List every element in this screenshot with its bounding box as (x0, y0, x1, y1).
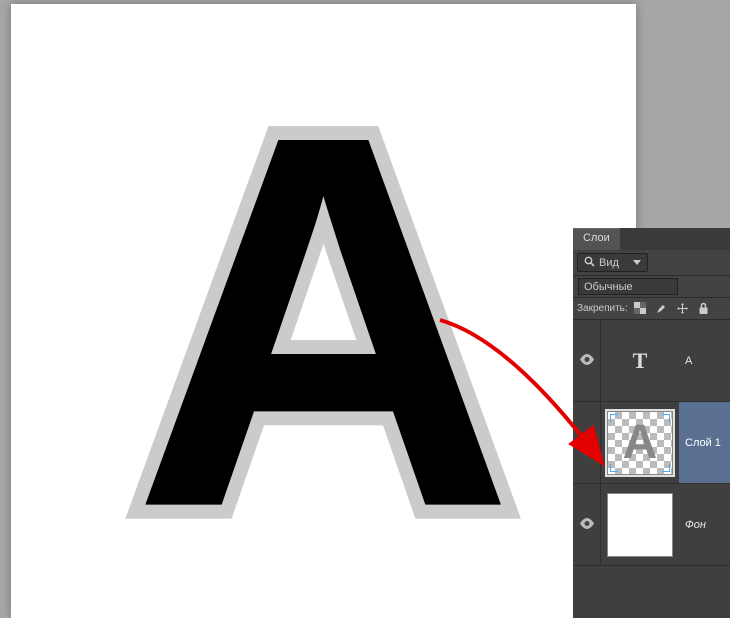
lock-brush-icon[interactable] (654, 301, 670, 317)
filter-type-dropdown[interactable]: Вид (577, 253, 648, 272)
layer-row[interactable]: T A (573, 320, 730, 402)
selection-corner-icon (610, 464, 618, 472)
lock-transparency-icon[interactable] (633, 301, 649, 317)
eye-icon (579, 517, 595, 532)
panel-tab-bar: Слои (573, 228, 730, 250)
layer-name[interactable]: A (679, 320, 730, 401)
filter-label: Вид (599, 257, 619, 269)
chevron-down-icon (633, 260, 641, 265)
layer-row[interactable]: A Слой 1 (573, 402, 730, 484)
selection-corner-icon (662, 464, 670, 472)
canvas-document[interactable]: A (11, 4, 636, 618)
blend-mode-dropdown[interactable]: Обычные (578, 278, 678, 295)
layers-panel: Слои Вид Обычные Закрепить: (573, 228, 730, 618)
layer-name[interactable]: Фон (679, 484, 730, 565)
tab-layers[interactable]: Слои (573, 228, 620, 250)
lock-all-icon[interactable] (696, 301, 712, 317)
eye-icon (579, 435, 595, 450)
lock-row: Закрепить: (573, 298, 730, 320)
selection-corner-icon (610, 414, 618, 422)
lock-move-icon[interactable] (675, 301, 691, 317)
selection-corner-icon (662, 414, 670, 422)
type-layer-icon: T (628, 349, 652, 373)
layer-thumbnail[interactable] (607, 493, 673, 557)
layer-name[interactable]: Слой 1 (679, 402, 730, 483)
canvas-letter: A (132, 57, 515, 587)
layers-list: T A A Слой 1 (573, 320, 730, 618)
blend-mode-label: Обычные (584, 281, 633, 293)
visibility-toggle[interactable] (573, 320, 601, 401)
visibility-toggle[interactable] (573, 484, 601, 565)
lock-label: Закрепить: (577, 303, 628, 314)
layer-thumbnail[interactable]: A (607, 411, 673, 475)
thumbnail-content: A (623, 415, 658, 470)
layer-row[interactable]: Фон (573, 484, 730, 566)
search-icon (584, 256, 595, 270)
eye-icon (579, 353, 595, 368)
layer-filter-row: Вид (573, 250, 730, 276)
blend-mode-row: Обычные (573, 276, 730, 298)
visibility-toggle[interactable] (573, 402, 601, 483)
